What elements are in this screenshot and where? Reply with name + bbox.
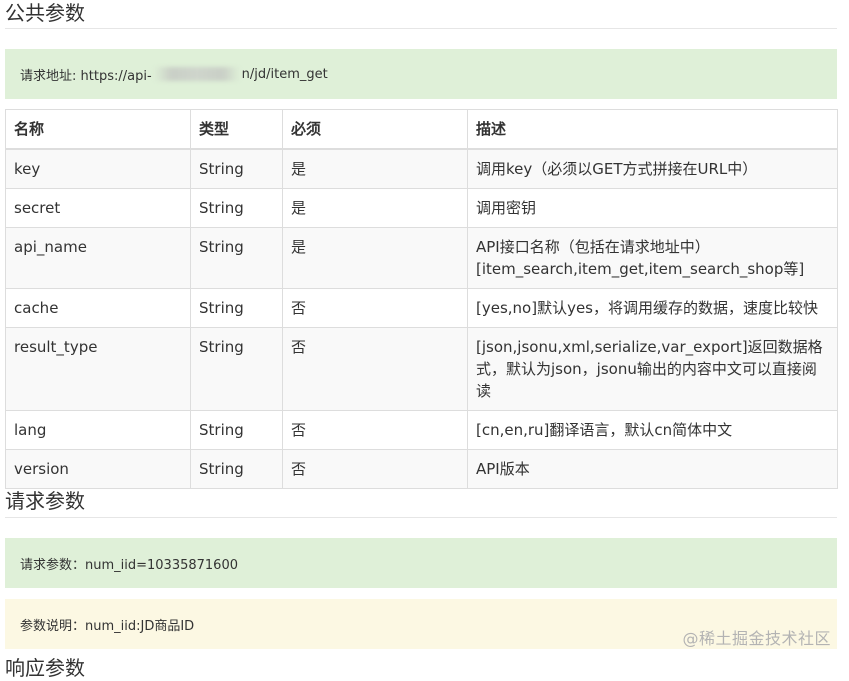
param-type: String [190,148,283,189]
header-name: 名称 [5,109,191,150]
param-required: 是 [282,148,468,189]
public-params-table: 名称 类型 必须 描述 key String 是 调用key（必须以GET方式拼… [5,109,838,489]
param-type: String [190,288,283,328]
request-url-alert: 请求地址: https://api-n/jd/item_get [5,49,837,99]
param-description: 调用key（必须以GET方式拼接在URL中） [467,148,838,189]
param-name: result_type [5,327,191,411]
param-required: 否 [282,327,468,411]
param-description: [json,jsonu,xml,serialize,var_export]返回数… [467,327,838,411]
header-required: 必须 [282,109,468,150]
table-row: cache String 否 [yes,no]默认yes，将调用缓存的数据，速度… [5,288,838,328]
param-explain-text: 参数说明：num_iid:JD商品ID [20,618,195,634]
request-params-text: 请求参数：num_iid=10335871600 [20,557,238,573]
param-type: String [190,410,283,450]
param-required: 否 [282,410,468,450]
public-params-heading: 公共参数 [5,1,85,25]
param-description: [yes,no]默认yes，将调用缓存的数据，速度比较快 [467,288,838,328]
header-description: 描述 [467,109,838,150]
request-url-prefix: 请求地址: https://api- [20,68,152,84]
request-params-divider [5,517,837,518]
table-row: lang String 否 [cn,en,ru]翻译语言，默认cn简体中文 [5,410,838,450]
param-required: 是 [282,188,468,228]
public-params-divider [5,28,837,29]
param-type: String [190,227,283,289]
param-type: String [190,449,283,489]
table-row: result_type String 否 [json,jsonu,xml,ser… [5,327,838,411]
request-params-heading: 请求参数 [5,489,85,513]
table-row: version String 否 API版本 [5,449,838,489]
request-url-suffix: n/jd/item_get [241,66,328,82]
juejin-watermark: @稀土掘金技术社区 [682,629,831,648]
table-row: secret String 是 调用密钥 [5,188,838,228]
param-name: key [5,148,191,189]
redacted-domain-mask [153,67,240,81]
param-required: 否 [282,288,468,328]
param-required: 否 [282,449,468,489]
api-doc-page: 公共参数 请求地址: https://api-n/jd/item_get 名称 … [0,0,849,680]
param-name: lang [5,410,191,450]
response-params-heading: 响应参数 [5,656,85,680]
header-type: 类型 [190,109,283,150]
param-type: String [190,188,283,228]
param-required: 是 [282,227,468,289]
param-description: [cn,en,ru]翻译语言，默认cn简体中文 [467,410,838,450]
param-description: 调用密钥 [467,188,838,228]
param-name: api_name [5,227,191,289]
param-name: version [5,449,191,489]
table-row: api_name String 是 API接口名称（包括在请求地址中）[item… [5,227,838,289]
param-description: API接口名称（包括在请求地址中）[item_search,item_get,i… [467,227,838,289]
param-name: secret [5,188,191,228]
param-name: cache [5,288,191,328]
request-params-alert: 请求参数：num_iid=10335871600 [5,538,837,588]
table-header-row: 名称 类型 必须 描述 [5,109,838,150]
param-description: API版本 [467,449,838,489]
param-type: String [190,327,283,411]
table-row: key String 是 调用key（必须以GET方式拼接在URL中） [5,148,838,189]
